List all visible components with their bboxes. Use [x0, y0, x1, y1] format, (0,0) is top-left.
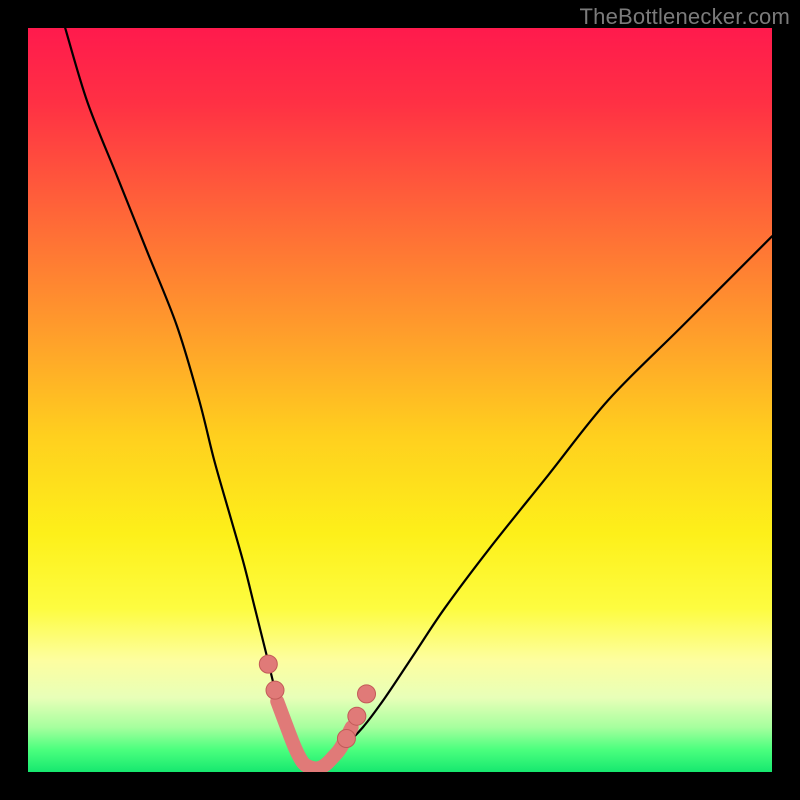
marker-left-upper [259, 655, 277, 673]
marker-left-lower [266, 681, 284, 699]
chart-plot [28, 28, 772, 772]
marker-right-lower [337, 730, 355, 748]
marker-right-upper [358, 685, 376, 703]
marker-right-mid [348, 707, 366, 725]
chart-frame: TheBottlenecker.com [0, 0, 800, 800]
watermark-text: TheBottlenecker.com [580, 4, 790, 30]
gradient-background [28, 28, 772, 772]
